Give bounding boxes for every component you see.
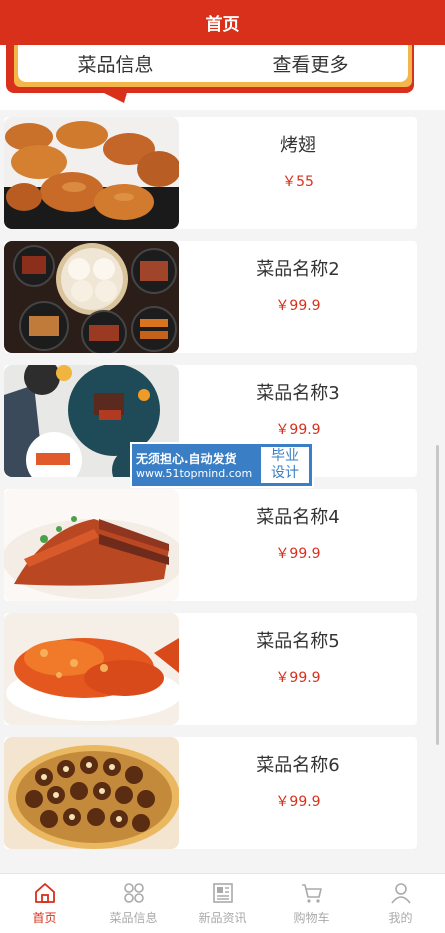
dish-name: 菜品名称2 xyxy=(256,259,340,280)
watermark-slogan: 无须担心.自动发货 xyxy=(136,452,237,466)
dish-info: 烤翅 ￥55 xyxy=(179,117,417,229)
dish-price: ￥55 xyxy=(282,174,314,190)
dish-image[interactable] xyxy=(4,117,179,229)
dish-name: 菜品名称4 xyxy=(256,507,340,528)
dish-card[interactable]: 菜品名称5 ￥99.9 xyxy=(4,613,417,725)
news-icon xyxy=(212,883,233,903)
dish-info: 菜品名称5 ￥99.9 xyxy=(179,613,417,725)
tab-label: 我的 xyxy=(388,911,413,925)
tab-label: 首页 xyxy=(32,911,57,925)
section-banner: 菜品信息 查看更多 xyxy=(0,45,445,110)
cart-icon xyxy=(301,884,322,903)
dish-name: 菜品名称6 xyxy=(256,755,340,776)
sweet-sour-fish-image xyxy=(4,613,179,725)
dish-price: ￥99.9 xyxy=(275,298,321,314)
dish-image[interactable] xyxy=(4,737,179,849)
watermark-badge: 无须担心.自动发货 www.51topmind.com 毕业 设计 xyxy=(130,442,314,488)
dish-image[interactable] xyxy=(4,613,179,725)
dish-card[interactable]: 菜品名称6 ￥99.9 xyxy=(4,737,417,849)
user-icon xyxy=(390,883,411,904)
chicken-wings-image xyxy=(4,117,179,229)
dish-card[interactable]: 菜品名称4 ￥99.9 xyxy=(4,489,417,601)
dish-card[interactable]: 菜品名称2 ￥99.9 xyxy=(4,241,417,353)
top-navigation-bar: 首页 xyxy=(0,0,445,45)
dish-price: ￥99.9 xyxy=(275,546,321,562)
watermark-stamp: 毕业 设计 xyxy=(261,447,309,483)
tab-cart[interactable]: 购物车 xyxy=(267,874,356,933)
dish-name: 烤翅 xyxy=(280,135,316,156)
tab-profile[interactable]: 我的 xyxy=(356,874,445,933)
tab-news[interactable]: 新品资讯 xyxy=(178,874,267,933)
watermark-stamp-top: 毕业 xyxy=(271,448,299,464)
watermark-text: 无须担心.自动发货 www.51topmind.com xyxy=(132,444,258,486)
grid-icon xyxy=(123,883,144,903)
dish-info: 菜品名称2 ￥99.9 xyxy=(179,241,417,353)
dish-price: ￥99.9 xyxy=(275,794,321,810)
scrollbar[interactable] xyxy=(436,445,439,745)
banner-tail xyxy=(96,89,128,103)
tab-dish-info[interactable]: 菜品信息 xyxy=(89,874,178,933)
dish-image[interactable] xyxy=(4,241,179,353)
dish-card[interactable]: 烤翅 ￥55 xyxy=(4,117,417,229)
roasted-rolls-image xyxy=(4,737,179,849)
dish-info: 菜品名称6 ￥99.9 xyxy=(179,737,417,849)
tab-home[interactable]: 首页 xyxy=(0,874,89,933)
dish-price: ￥99.9 xyxy=(275,670,321,686)
view-more-link[interactable]: 查看更多 xyxy=(272,50,348,77)
page-title: 首页 xyxy=(205,15,240,35)
banner-content: 菜品信息 查看更多 xyxy=(18,45,408,82)
sliced-meat-image xyxy=(4,489,179,601)
tab-label: 菜品信息 xyxy=(109,911,158,925)
dish-price: ￥99.9 xyxy=(275,422,321,438)
dim-sum-image xyxy=(4,241,179,353)
bottom-tab-bar: 首页 菜品信息 新品资讯 购物车 我的 xyxy=(0,873,445,933)
dish-name: 菜品名称3 xyxy=(256,383,340,404)
dish-info: 菜品名称4 ￥99.9 xyxy=(179,489,417,601)
watermark-stamp-bottom: 设计 xyxy=(271,465,299,481)
tab-label: 新品资讯 xyxy=(198,911,247,925)
home-icon xyxy=(34,883,55,903)
section-title: 菜品信息 xyxy=(77,54,154,76)
dish-image[interactable] xyxy=(4,489,179,601)
dish-name: 菜品名称5 xyxy=(256,631,340,652)
tab-label: 购物车 xyxy=(293,911,330,925)
watermark-url: www.51topmind.com xyxy=(136,467,253,480)
